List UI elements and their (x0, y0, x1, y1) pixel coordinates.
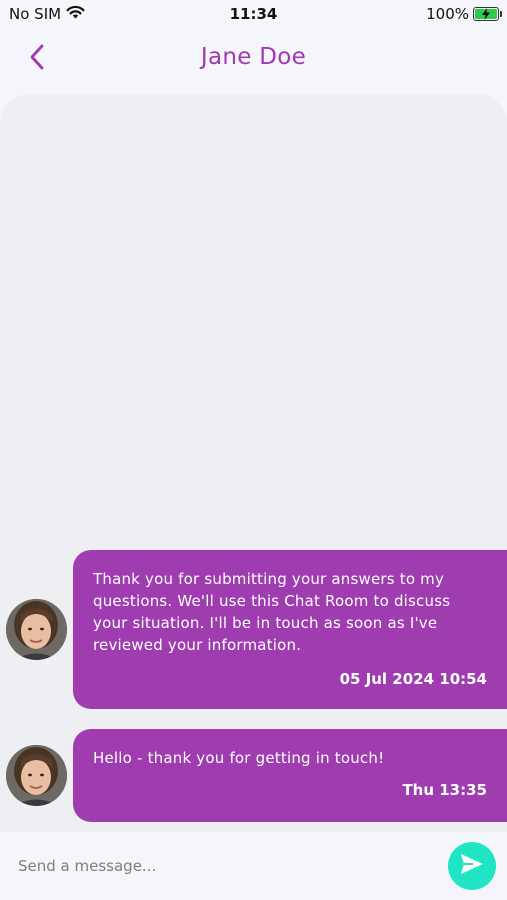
message-input[interactable] (18, 852, 418, 880)
header: Jane Doe (0, 28, 507, 90)
battery-icon (473, 7, 502, 21)
message-text: Hello - thank you for getting in touch! (93, 749, 385, 767)
chat-area[interactable]: Thank you for submitting your answers to… (0, 94, 507, 832)
message-bubble: Hello - thank you for getting in touch! … (73, 729, 507, 822)
avatar (6, 745, 67, 806)
status-right: 100% (426, 5, 502, 23)
status-bar: No SIM 11:34 100% (0, 0, 507, 28)
message-text: Thank you for submitting your answers to… (93, 570, 451, 654)
page-title: Jane Doe (200, 44, 307, 70)
message-bubble: Thank you for submitting your answers to… (73, 550, 507, 709)
avatar (6, 599, 67, 660)
message-timestamp: Thu 13:35 (402, 781, 487, 799)
message-composer (0, 832, 507, 900)
message-timestamp: 05 Jul 2024 10:54 (339, 670, 487, 688)
send-icon (459, 852, 485, 880)
battery-percent: 100% (426, 5, 469, 23)
send-button[interactable] (448, 842, 496, 890)
